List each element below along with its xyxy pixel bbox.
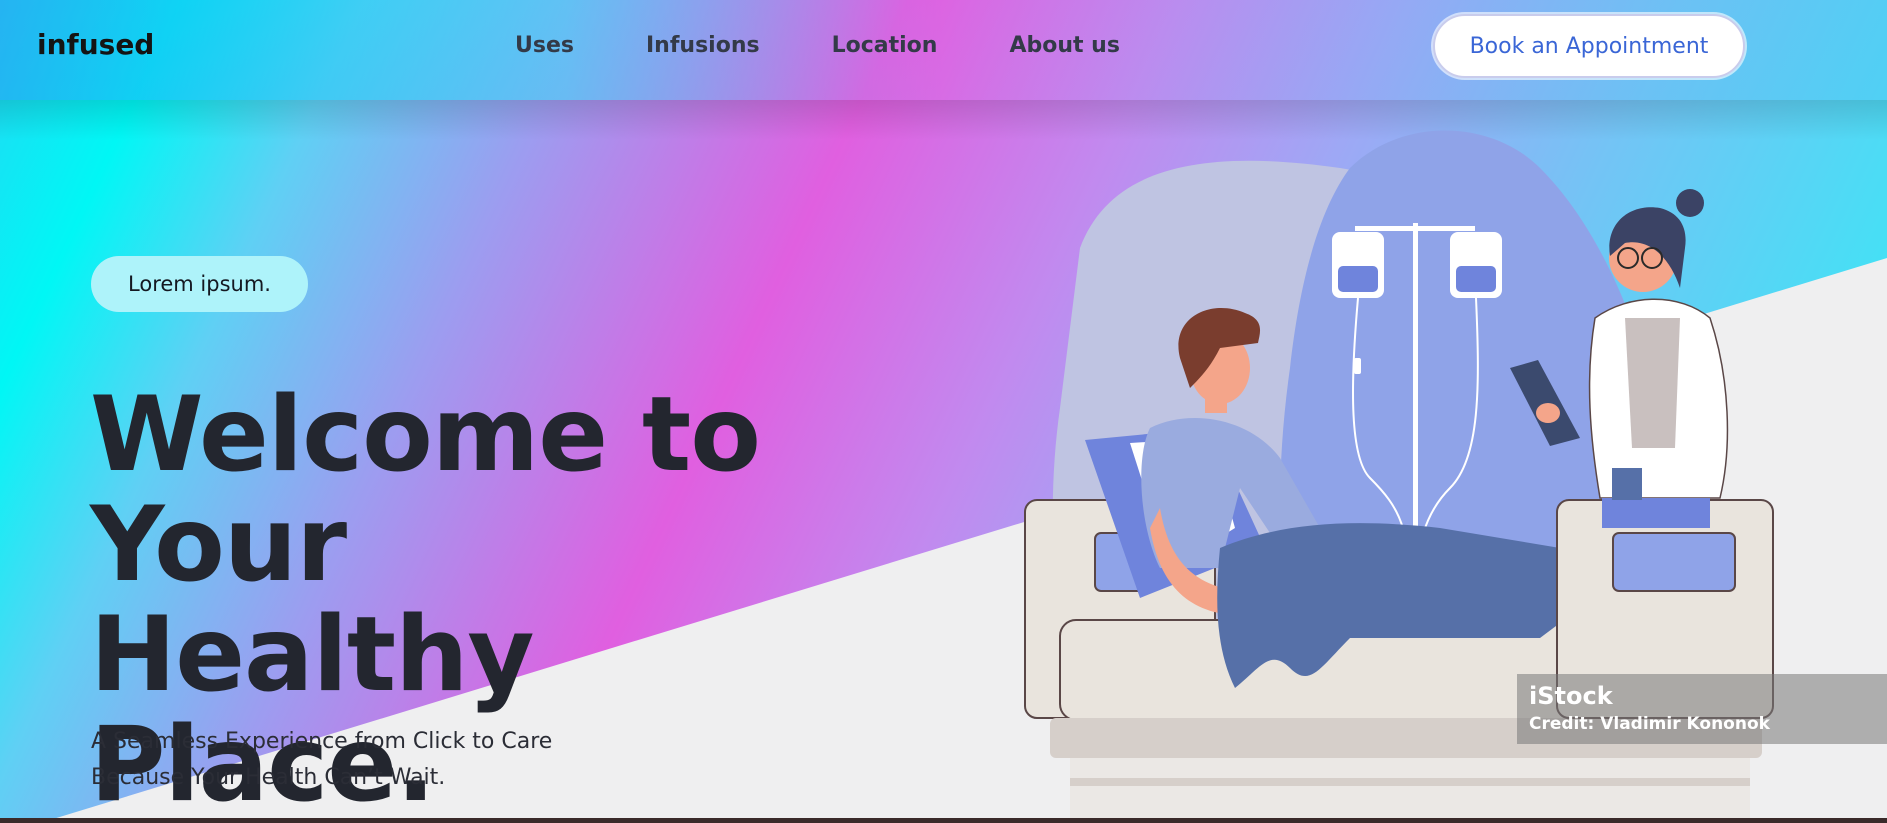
hero-title-line-1: Welcome to	[90, 375, 761, 495]
hero-badge: Lorem ipsum.	[91, 256, 308, 312]
nav-link-infusions[interactable]: Infusions	[646, 33, 760, 58]
bottom-edge	[0, 818, 1887, 823]
book-appointment-button[interactable]: Book an Appointment	[1433, 14, 1745, 78]
nav-links: Uses Infusions Location About us	[515, 33, 1192, 58]
nav-link-about-us[interactable]: About us	[1009, 33, 1119, 58]
brand-logo[interactable]: infused	[37, 28, 154, 61]
hero-title-line-2: Your Healthy	[90, 485, 535, 715]
nav-link-uses[interactable]: Uses	[515, 33, 574, 58]
hero-subtitle: A Seamless Experience from Click to Care…	[91, 729, 553, 790]
top-navbar: infused Uses Infusions Location About us…	[0, 0, 1887, 100]
stock-watermark: iStock Credit: Vladimir Kononok	[1517, 674, 1887, 744]
watermark-brand: iStock	[1529, 682, 1613, 710]
nav-link-location[interactable]: Location	[832, 33, 938, 58]
page: infused Uses Infusions Location About us…	[0, 0, 1887, 823]
watermark-credit: Credit: Vladimir Kononok	[1529, 714, 1770, 734]
